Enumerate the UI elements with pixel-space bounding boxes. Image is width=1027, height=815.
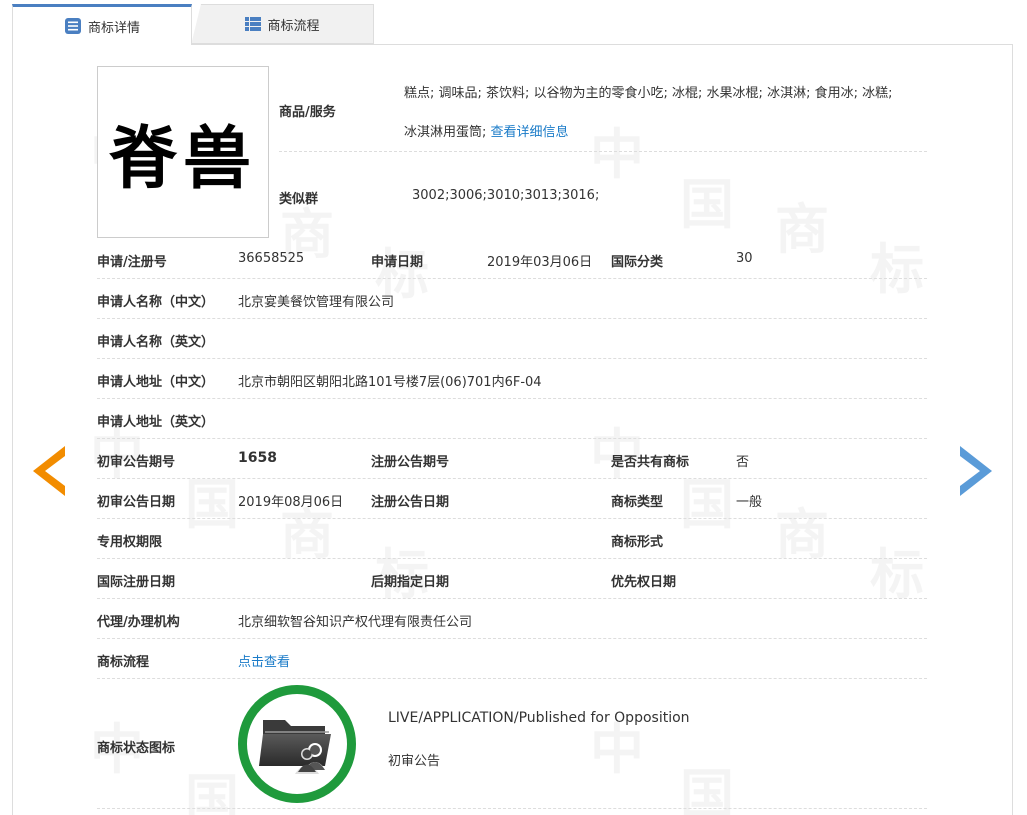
applicant-cn-value: 北京宴美餐饮管理有限公司 <box>238 295 395 310</box>
tab-trademark-detail[interactable]: 商标详情 <box>12 4 192 45</box>
shared-label: 是否共有商标 <box>611 455 690 470</box>
arrow-right-cutout <box>960 456 980 486</box>
divider <box>97 318 927 319</box>
address-cn-value: 北京市朝阳区朝阳北路101号楼7层(06)701内6F-04 <box>238 375 542 390</box>
apply-date-value: 2019年03月06日 <box>487 255 593 270</box>
intl-class-label: 国际分类 <box>611 255 664 270</box>
reg-issue-label: 注册公告期号 <box>371 455 450 470</box>
arrow-left-cutout <box>45 456 65 486</box>
status-icon <box>238 685 356 803</box>
reg-no-label: 申请/注册号 <box>97 255 167 270</box>
tab-trademark-process[interactable]: 商标流程 <box>191 4 374 45</box>
mark-type-value: 一般 <box>736 495 763 510</box>
prelim-issue-value: 1658 <box>238 450 277 466</box>
priority-date-label: 优先权日期 <box>611 575 677 590</box>
goods-label: 商品/服务 <box>279 105 336 120</box>
list-detail-icon <box>64 17 82 35</box>
apply-date-label: 申请日期 <box>371 255 424 270</box>
goods-line-2-text: 冰淇淋用蛋筒; <box>404 125 487 140</box>
trademark-logo-text: 脊兽 <box>108 118 257 199</box>
divider <box>97 678 927 679</box>
similar-group-value: 3002;3006;3010;3013;3016; <box>412 188 600 203</box>
agency-label: 代理/办理机构 <box>97 615 180 630</box>
reg-no-value: 36658525 <box>238 251 305 266</box>
process-label: 商标流程 <box>97 655 150 670</box>
intl-reg-date-label: 国际注册日期 <box>97 575 176 590</box>
mark-type-label: 商标类型 <box>611 495 664 510</box>
divider <box>97 638 927 639</box>
similar-group-label: 类似群 <box>279 192 319 207</box>
divider <box>97 598 927 599</box>
trademark-image: 脊兽 <box>97 66 269 238</box>
prelim-date-value: 2019年08月06日 <box>238 495 344 510</box>
goods-line-2: 冰淇淋用蛋筒; 查看详细信息 <box>404 121 569 140</box>
prelim-issue-label: 初审公告期号 <box>97 455 176 470</box>
folder-users-icon <box>257 710 337 778</box>
process-view-link[interactable]: 点击查看 <box>238 651 290 670</box>
later-design-label: 后期指定日期 <box>371 575 450 590</box>
tab-bar: 商标详情 商标流程 <box>12 4 374 45</box>
agency-value: 北京细软智谷知识产权代理有限责任公司 <box>238 615 473 630</box>
divider <box>97 438 927 439</box>
applicant-en-label: 申请人名称（英文） <box>97 335 215 350</box>
divider <box>97 558 927 559</box>
reg-date-label: 注册公告日期 <box>371 495 450 510</box>
exclusive-term-label: 专用权期限 <box>97 535 163 550</box>
tab-label: 商标详情 <box>87 20 140 36</box>
divider <box>279 151 927 152</box>
intl-class-value: 30 <box>736 251 753 266</box>
applicant-cn-label: 申请人名称（中文） <box>97 295 215 310</box>
status-icon-label: 商标状态图标 <box>97 741 176 756</box>
divider <box>97 398 927 399</box>
divider <box>97 478 927 479</box>
address-en-label: 申请人地址（英文） <box>97 415 215 430</box>
divider <box>97 808 927 809</box>
mark-form-label: 商标形式 <box>611 535 664 550</box>
shared-value: 否 <box>736 455 750 470</box>
status-en-text: LIVE/APPLICATION/Published for Oppositio… <box>388 710 690 726</box>
divider <box>97 278 927 279</box>
address-cn-label: 申请人地址（中文） <box>97 375 215 390</box>
goods-line-1: 糕点; 调味品; 茶饮料; 以谷物为主的零食小吃; 冰棍; 水果冰棍; 冰淇淋;… <box>404 86 893 101</box>
prelim-date-label: 初审公告日期 <box>97 495 176 510</box>
divider <box>97 358 927 359</box>
grid-list-icon <box>245 16 262 32</box>
status-cn-text: 初审公告 <box>388 754 441 769</box>
view-detail-link[interactable]: 查看详细信息 <box>491 125 569 140</box>
tab-label: 商标流程 <box>267 18 320 34</box>
divider <box>97 518 927 519</box>
